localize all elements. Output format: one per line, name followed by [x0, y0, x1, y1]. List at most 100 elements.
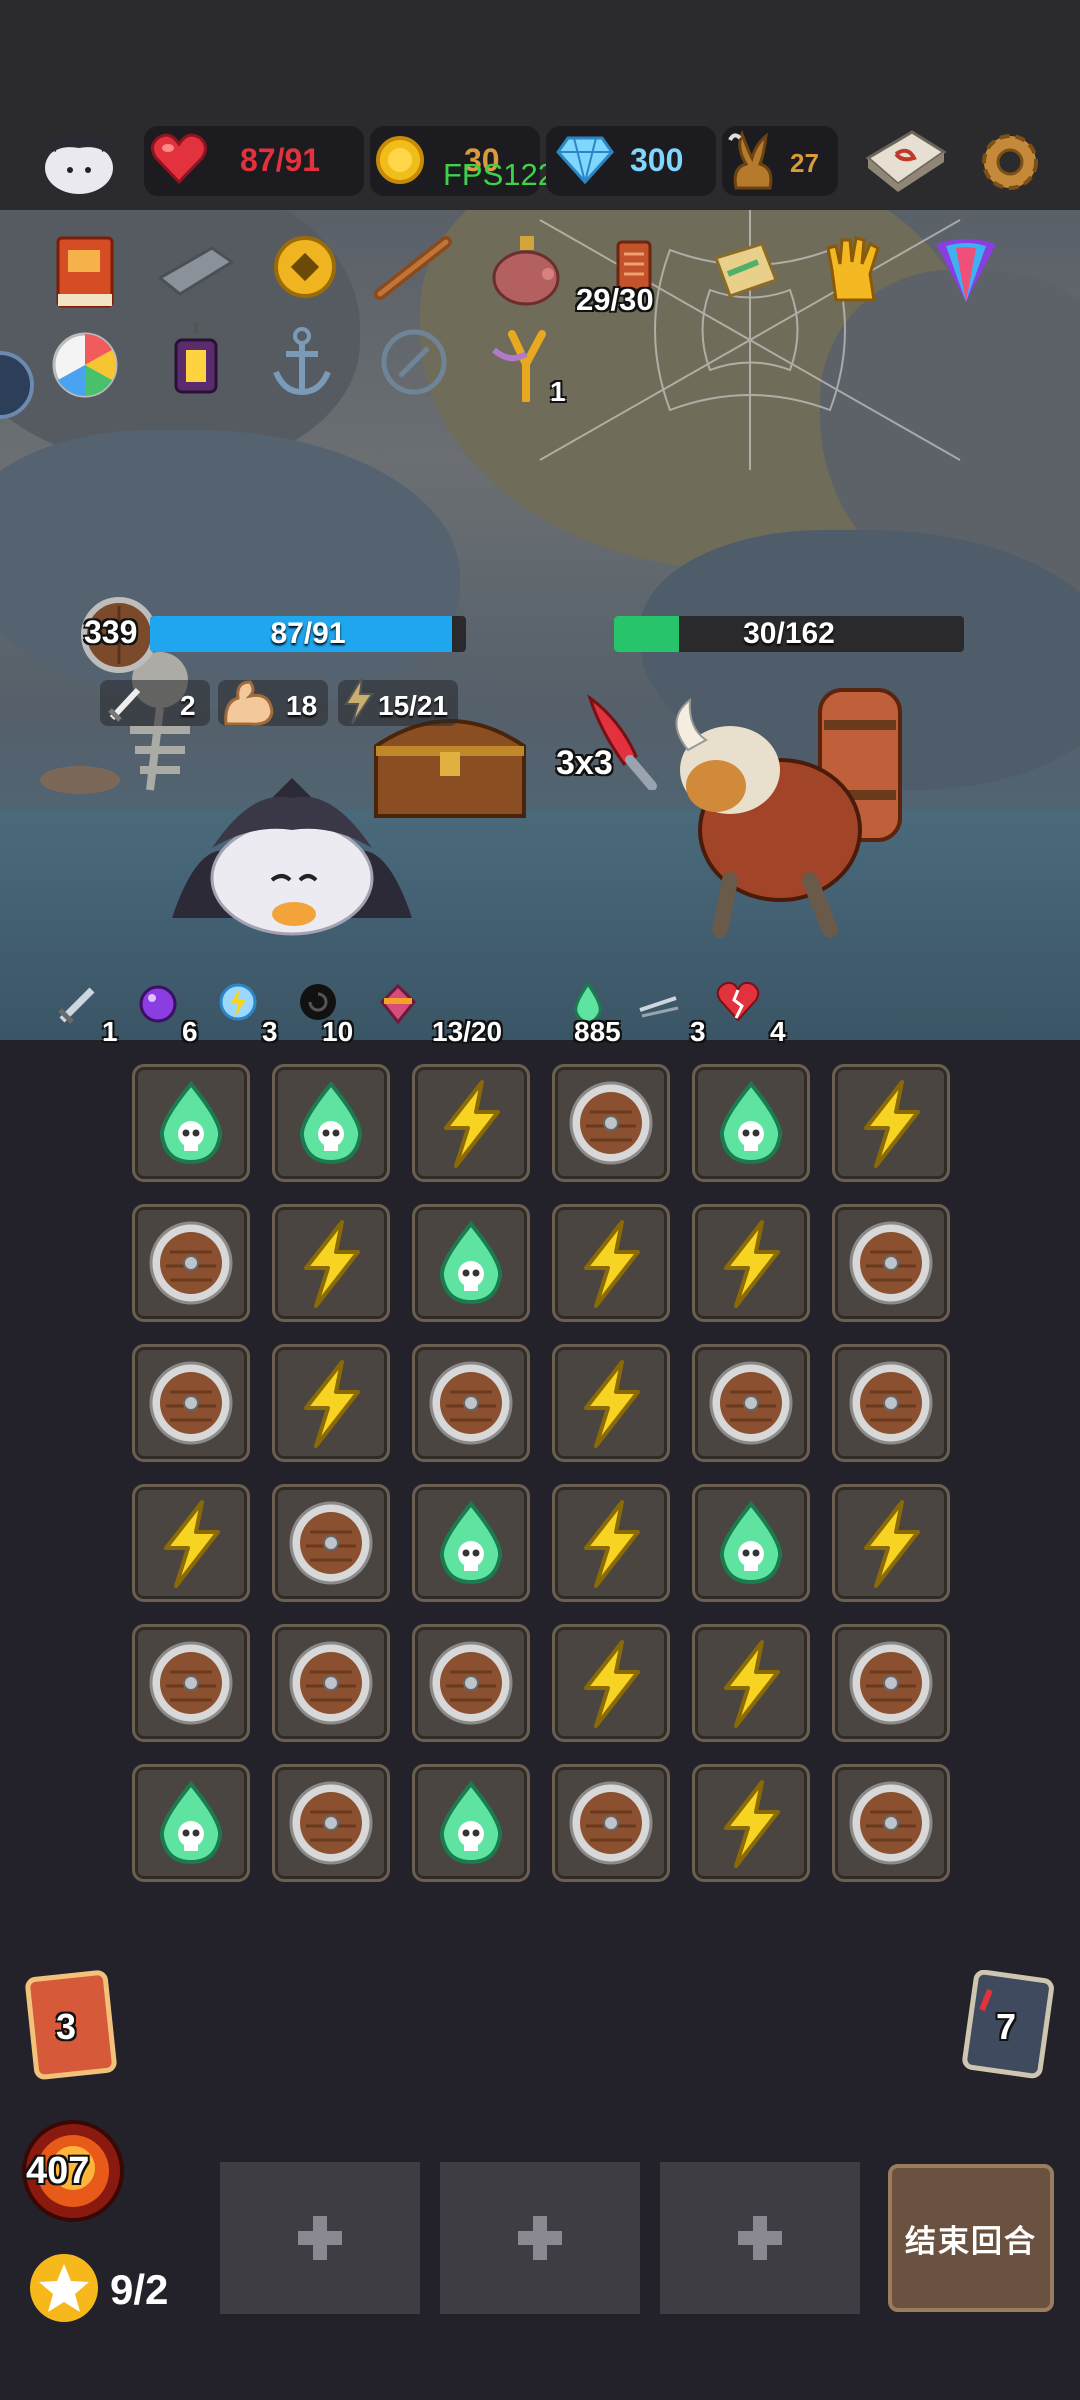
lightning-icon: [864, 1500, 920, 1588]
lightning-tile[interactable]: [692, 1764, 810, 1882]
shield-tile[interactable]: [412, 1624, 530, 1742]
map-book-icon[interactable]: [862, 128, 948, 199]
enemy-intent-value: 3x3: [556, 744, 613, 782]
shield-tile[interactable]: [832, 1344, 950, 1462]
player-character: [172, 768, 412, 943]
lightning-tile[interactable]: [552, 1624, 670, 1742]
lightning-icon: [724, 1220, 780, 1308]
compass-icon[interactable]: [378, 326, 450, 403]
daggers-icon[interactable]: [636, 980, 682, 1031]
lightning-tile[interactable]: [412, 1064, 530, 1182]
shield-tile[interactable]: [552, 1064, 670, 1182]
strength-value: 18: [286, 690, 318, 721]
poison-tile[interactable]: [132, 1064, 250, 1182]
shield-tile[interactable]: [832, 1764, 950, 1882]
shield-tile[interactable]: [692, 1344, 810, 1462]
shield-tile[interactable]: [552, 1764, 670, 1882]
shield-icon: [149, 1361, 233, 1445]
status-effect-value: 1: [102, 1016, 118, 1047]
lightning-tile[interactable]: [692, 1624, 810, 1742]
poison-tile[interactable]: [692, 1064, 810, 1182]
lantern-icon[interactable]: [166, 320, 226, 409]
shield-tile[interactable]: [132, 1344, 250, 1462]
gold-coin-icon: [374, 134, 426, 191]
lightning-tile[interactable]: [132, 1484, 250, 1602]
status-effect-value: 10: [322, 1016, 354, 1047]
poison-tile[interactable]: [272, 1064, 390, 1182]
shield-tile[interactable]: [832, 1204, 950, 1322]
poison-tile[interactable]: [412, 1764, 530, 1882]
shield-tile[interactable]: [132, 1204, 250, 1322]
plus-icon: [294, 2212, 346, 2269]
side-timer-icon[interactable]: [0, 348, 38, 427]
golden-glove-icon[interactable]: [822, 234, 888, 311]
enemy-hp-text: 30/162: [743, 617, 835, 650]
status-effect-value: 885: [574, 1016, 621, 1047]
spinning-top-icon[interactable]: [376, 980, 422, 1031]
health-value: 87/91: [240, 142, 321, 178]
lightning-tile[interactable]: [552, 1484, 670, 1602]
shield-tile[interactable]: [272, 1624, 390, 1742]
poison-icon: [159, 1080, 223, 1165]
status-effect-value: 3: [690, 1016, 706, 1047]
star-icon: [28, 2252, 100, 2329]
lightning-icon: [864, 1080, 920, 1168]
shield-icon: [289, 1641, 373, 1725]
shield-icon: [849, 1361, 933, 1445]
poison-tile[interactable]: [132, 1764, 250, 1882]
anchor-icon[interactable]: [270, 326, 334, 405]
ticket-count: 29/30: [576, 282, 654, 317]
lightning-tile[interactable]: [832, 1064, 950, 1182]
shield-tile[interactable]: [832, 1624, 950, 1742]
energy-value: 15/21: [378, 690, 449, 721]
lightning-tile[interactable]: [552, 1204, 670, 1322]
draw-pile-count: 3: [56, 2006, 77, 2047]
whetstone-icon[interactable]: [156, 244, 236, 303]
prism-fan-icon[interactable]: [932, 236, 1000, 311]
red-book-icon[interactable]: [54, 234, 116, 315]
poison-icon: [159, 1780, 223, 1865]
wooden-stick-icon[interactable]: [374, 236, 454, 305]
shield-icon: [709, 1361, 793, 1445]
antlers-icon: [726, 128, 782, 197]
enemy-hp-bar: 30/162: [614, 616, 964, 652]
lightning-orb-icon[interactable]: [216, 980, 262, 1031]
shield-tile[interactable]: [272, 1484, 390, 1602]
poison-icon: [439, 1500, 503, 1585]
shield-icon: [429, 1361, 513, 1445]
lightning-tile[interactable]: [692, 1204, 810, 1322]
shield-tile[interactable]: [272, 1764, 390, 1882]
purple-orb-icon[interactable]: [136, 980, 182, 1031]
shield-tile[interactable]: [412, 1344, 530, 1462]
sword-icon[interactable]: [56, 980, 102, 1031]
shield-icon: [289, 1501, 373, 1585]
lightning-icon: [724, 1640, 780, 1728]
poison-icon: [719, 1080, 783, 1165]
ancient-coin-icon[interactable]: [272, 234, 338, 305]
heart-icon: [150, 132, 208, 191]
lightning-tile[interactable]: [272, 1204, 390, 1322]
poison-icon: [439, 1780, 503, 1865]
lightning-tile[interactable]: [552, 1344, 670, 1462]
lightning-tile[interactable]: [272, 1344, 390, 1462]
player-avatar[interactable]: [34, 128, 124, 196]
lightning-tile[interactable]: [832, 1484, 950, 1602]
treasure-map-icon[interactable]: [710, 240, 780, 305]
shield-icon: [429, 1641, 513, 1725]
end-turn-button[interactable]: 结束回合: [888, 2164, 1054, 2312]
color-wheel-icon[interactable]: [50, 330, 120, 405]
poison-tile[interactable]: [692, 1484, 810, 1602]
shield-tile[interactable]: [132, 1624, 250, 1742]
energy-stat-icon: [340, 676, 376, 731]
lightning-icon: [584, 1640, 640, 1728]
slingshot-icon[interactable]: [486, 324, 556, 407]
broken-heart-icon[interactable]: [716, 980, 762, 1031]
enemy-yak-warrior[interactable]: [660, 680, 920, 945]
poison-tile[interactable]: [412, 1204, 530, 1322]
lightning-icon: [444, 1080, 500, 1168]
sword-stat-icon: [106, 682, 146, 729]
settings-gear-icon[interactable]: [976, 128, 1044, 201]
piggy-bank-icon[interactable]: [490, 230, 564, 315]
poison-tile[interactable]: [412, 1484, 530, 1602]
lightning-icon: [304, 1220, 360, 1308]
